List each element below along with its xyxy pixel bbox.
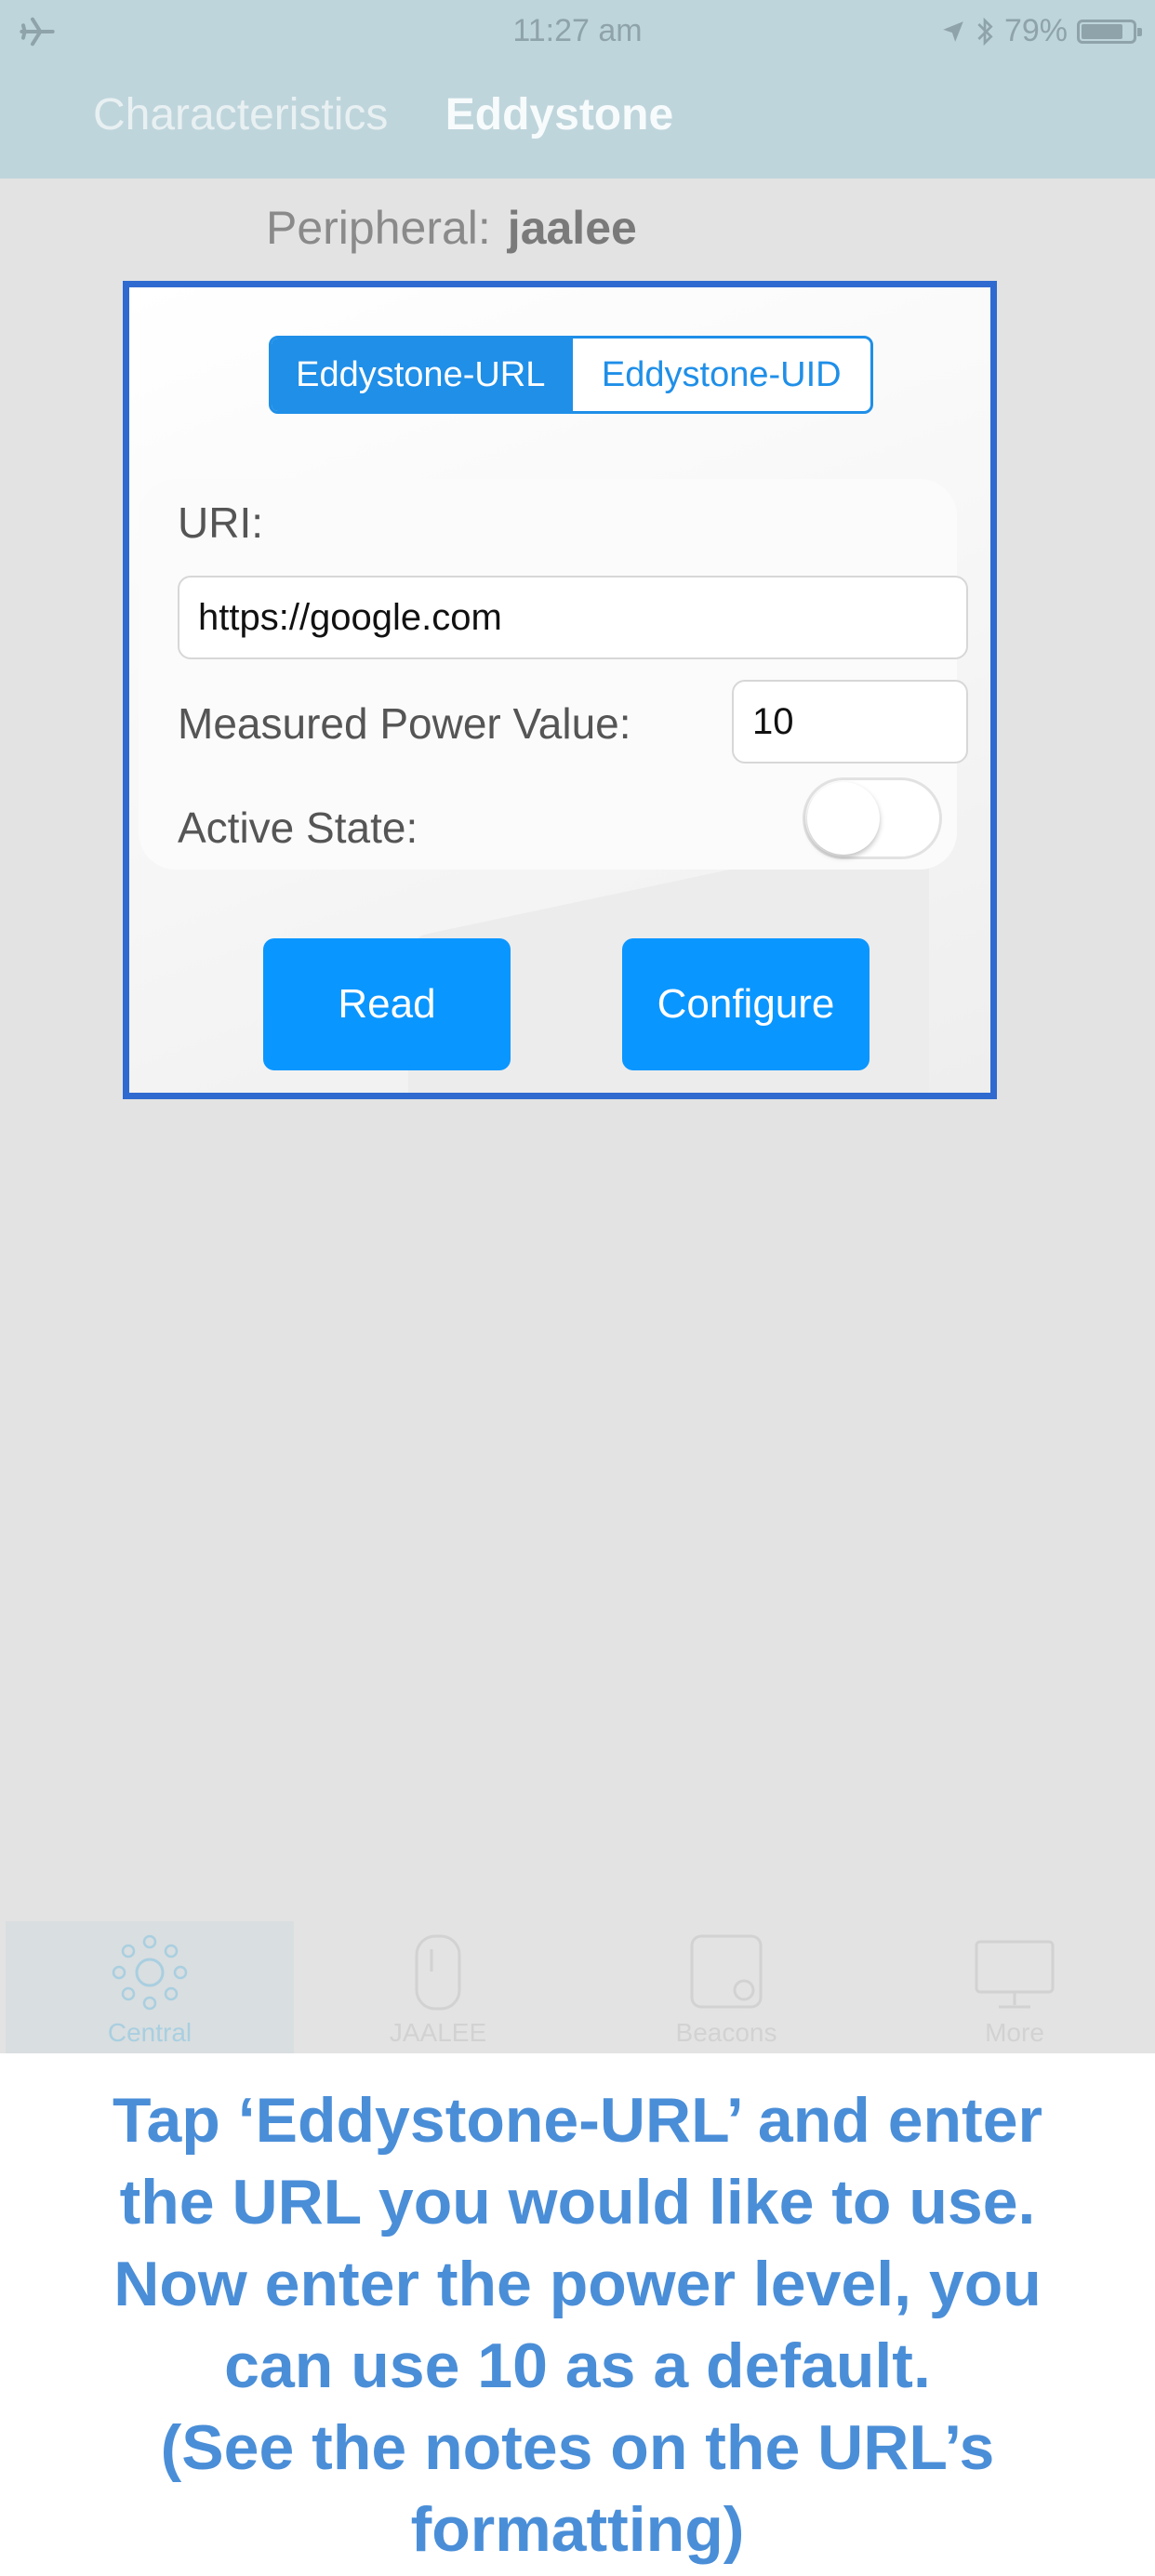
instruction-caption: Tap ‘Eddystone-URL’ and enter the URL yo…	[0, 2053, 1155, 2576]
segment-eddystone-url[interactable]: Eddystone-URL	[272, 339, 570, 411]
measured-power-label: Measured Power Value:	[178, 699, 631, 748]
measured-power-input[interactable]: 10	[732, 680, 968, 764]
active-state-toggle[interactable]	[803, 777, 942, 859]
tab-more[interactable]: More	[870, 1921, 1155, 2053]
uri-label: URI:	[178, 498, 263, 547]
instruction-line-4: can use 10 as a default.	[224, 2330, 931, 2401]
monitor-icon	[975, 1940, 1055, 2009]
tab-jaalee[interactable]: JAALEE	[294, 1921, 582, 2053]
eddystone-type-segmented-control: Eddystone-URL Eddystone-UID	[269, 336, 873, 414]
instruction-line-2: the URL you would like to use.	[119, 2167, 1036, 2237]
tab-central[interactable]: Central	[6, 1921, 294, 2053]
beacon-icon	[690, 1934, 763, 2009]
tab-central-label: Central	[107, 2018, 192, 2047]
tab-eddystone[interactable]: Eddystone	[445, 90, 673, 139]
tab-jaalee-label: JAALEE	[389, 2018, 487, 2047]
active-state-label: Active State:	[178, 803, 418, 852]
segment-eddystone-uid[interactable]: Eddystone-UID	[569, 339, 871, 411]
peripheral-name: jaalee	[507, 202, 637, 254]
status-bar: 11:27 am 79%	[0, 7, 1155, 52]
instruction-line-3: Now enter the power level, you	[113, 2249, 1042, 2319]
instruction-line-1: Tap ‘Eddystone-URL’ and enter	[113, 2085, 1042, 2156]
navigation-bar: 11:27 am 79% Characteristics Eddystone	[0, 0, 1155, 179]
battery-icon	[1077, 19, 1142, 44]
eddystone-config-panel: Eddystone-URL Eddystone-UID URI: https:/…	[123, 281, 997, 1099]
tab-more-label: More	[985, 2018, 1044, 2047]
location-arrow-icon	[943, 20, 963, 42]
tab-bar: Central JAALEE Beacons More	[0, 1921, 1155, 2053]
central-radar-icon	[112, 1934, 188, 2011]
bluetooth-icon	[977, 17, 993, 46]
tab-beacons-label: Beacons	[675, 2018, 777, 2047]
read-button[interactable]: Read	[263, 938, 511, 1070]
configure-button[interactable]: Configure	[622, 938, 870, 1070]
peripheral-row: Peripheral: jaalee	[266, 201, 637, 255]
tab-characteristics[interactable]: Characteristics	[93, 90, 388, 139]
jaalee-device-icon	[415, 1934, 461, 2011]
tab-beacons[interactable]: Beacons	[582, 1921, 870, 2053]
instruction-line-5: (See the notes on the URL’s	[160, 2412, 995, 2483]
battery-percent: 79%	[1003, 13, 1068, 48]
toggle-knob	[807, 782, 880, 855]
instruction-line-6: formatting)	[410, 2494, 745, 2565]
uri-input[interactable]: https://google.com	[178, 576, 968, 659]
peripheral-label: Peripheral:	[266, 202, 491, 254]
